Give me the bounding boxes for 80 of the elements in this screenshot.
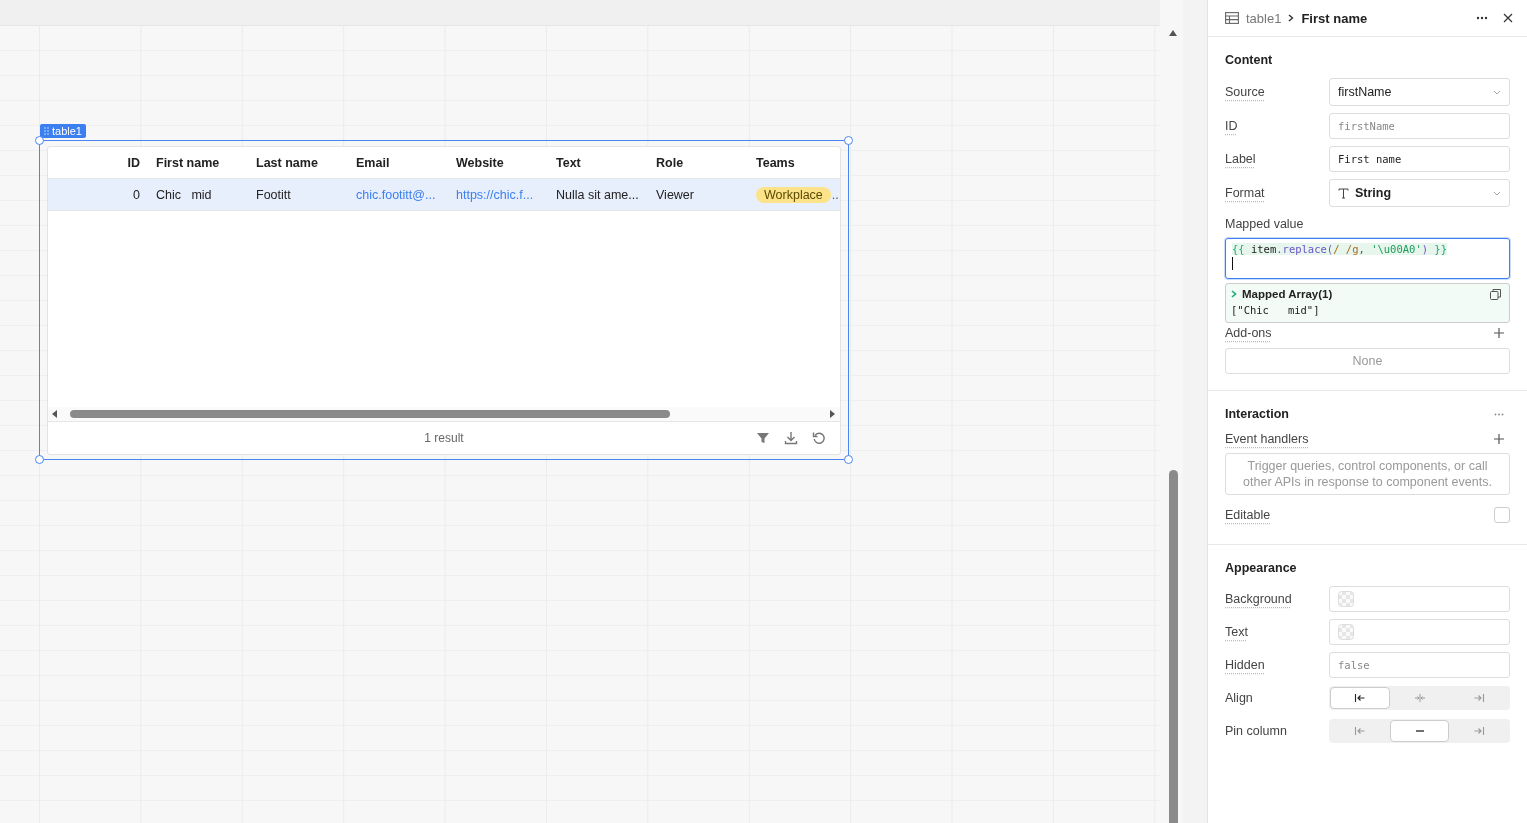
chevron-down-icon bbox=[1493, 190, 1501, 196]
table-cell: Chic mid bbox=[156, 187, 212, 202]
table-cell: 0 bbox=[133, 187, 140, 202]
column-header[interactable]: Email bbox=[348, 155, 448, 170]
column-header[interactable]: First name bbox=[148, 155, 248, 170]
breadcrumb-link[interactable]: table1 bbox=[1246, 10, 1282, 26]
section-title: Interaction bbox=[1225, 406, 1289, 423]
checkbox[interactable] bbox=[1494, 507, 1510, 523]
column-header[interactable]: Role bbox=[648, 155, 748, 170]
field-label: Pin column bbox=[1225, 724, 1288, 738]
segment-button[interactable] bbox=[1330, 687, 1390, 709]
color-field[interactable] bbox=[1329, 619, 1510, 645]
transparent-swatch-icon bbox=[1338, 624, 1354, 640]
align-right-icon bbox=[1473, 726, 1486, 736]
result-count: 1 result bbox=[424, 431, 464, 445]
chevron-right-icon bbox=[1288, 14, 1295, 22]
table-cell: Nulla sit ame... bbox=[556, 187, 639, 202]
field-label: Add-ons bbox=[1225, 326, 1272, 340]
field-label: Format bbox=[1225, 186, 1266, 200]
field-label: Hidden bbox=[1225, 658, 1266, 672]
resize-handle[interactable] bbox=[844, 455, 853, 464]
more-icon[interactable] bbox=[1476, 16, 1488, 20]
resize-handle[interactable] bbox=[844, 136, 853, 145]
field-label: Align bbox=[1225, 691, 1254, 705]
field-label: Event handlers bbox=[1225, 432, 1309, 446]
table-icon bbox=[1225, 12, 1239, 24]
field-label: Source bbox=[1225, 85, 1266, 99]
segment-button[interactable] bbox=[1389, 720, 1450, 742]
scroll-up-icon[interactable] bbox=[1169, 30, 1177, 36]
preview-result: ["Chic mid"] bbox=[1231, 304, 1321, 316]
chevron-right-icon[interactable] bbox=[1231, 290, 1237, 298]
chevron-down-icon bbox=[1493, 89, 1501, 95]
text-type-icon bbox=[1338, 187, 1349, 199]
field-label: Editable bbox=[1225, 508, 1272, 522]
align-center-icon bbox=[1413, 693, 1426, 703]
input-field[interactable]: firstName bbox=[1329, 113, 1510, 139]
column-header[interactable]: Teams bbox=[748, 155, 840, 170]
align-left-icon bbox=[1353, 693, 1366, 703]
resize-handle[interactable] bbox=[35, 136, 44, 145]
select-field[interactable]: String bbox=[1329, 179, 1510, 207]
overflow-text: .. bbox=[831, 187, 839, 202]
column-header[interactable]: Website bbox=[448, 155, 548, 170]
align-right-icon bbox=[1473, 693, 1486, 703]
team-tag: Workplace bbox=[756, 186, 831, 203]
scroll-right-icon[interactable] bbox=[830, 410, 836, 418]
select-field[interactable]: firstName bbox=[1329, 78, 1510, 106]
empty-state-text: Trigger queries, control components, or call other APIs in response to component events. bbox=[1225, 453, 1510, 495]
add-icon[interactable] bbox=[1494, 328, 1504, 338]
field-label: Label bbox=[1225, 152, 1257, 166]
close-icon[interactable] bbox=[1503, 13, 1513, 23]
component-label[interactable]: table1 bbox=[40, 124, 86, 138]
add-icon[interactable] bbox=[1494, 434, 1504, 444]
breadcrumb-current: First name bbox=[1301, 10, 1368, 26]
section-title: Appearance bbox=[1225, 560, 1298, 577]
column-header[interactable]: ID bbox=[48, 155, 148, 170]
scrollbar-thumb[interactable] bbox=[1169, 470, 1178, 823]
table-cell: Footitt bbox=[256, 187, 291, 202]
input-field[interactable]: false bbox=[1329, 652, 1510, 678]
scrollbar-thumb[interactable] bbox=[70, 410, 670, 418]
reset-icon[interactable] bbox=[812, 431, 826, 445]
color-field[interactable] bbox=[1329, 586, 1510, 612]
field-label: Background bbox=[1225, 592, 1293, 606]
download-icon[interactable] bbox=[784, 431, 798, 445]
copy-icon[interactable] bbox=[1490, 288, 1501, 300]
table-cell: Viewer bbox=[656, 187, 694, 202]
field-label: Text bbox=[1225, 625, 1249, 639]
drag-handle-icon[interactable] bbox=[44, 127, 49, 135]
field-label: ID bbox=[1225, 119, 1239, 133]
preview-title: Mapped Array(1) bbox=[1242, 288, 1333, 300]
resize-handle[interactable] bbox=[35, 455, 44, 464]
column-header[interactable]: Text bbox=[548, 155, 648, 170]
section-title: Content bbox=[1225, 52, 1274, 69]
column-header[interactable]: Last name bbox=[248, 155, 348, 170]
filter-icon[interactable] bbox=[756, 431, 770, 445]
scroll-left-icon[interactable] bbox=[52, 410, 58, 418]
code-editor[interactable]: {{ item.replace(/ /g, '\u00A0') }} bbox=[1225, 238, 1510, 279]
transparent-swatch-icon bbox=[1338, 591, 1354, 607]
align-left-icon bbox=[1353, 726, 1366, 736]
field-label: Mapped value bbox=[1225, 217, 1305, 231]
input-field[interactable]: First name bbox=[1329, 146, 1510, 172]
